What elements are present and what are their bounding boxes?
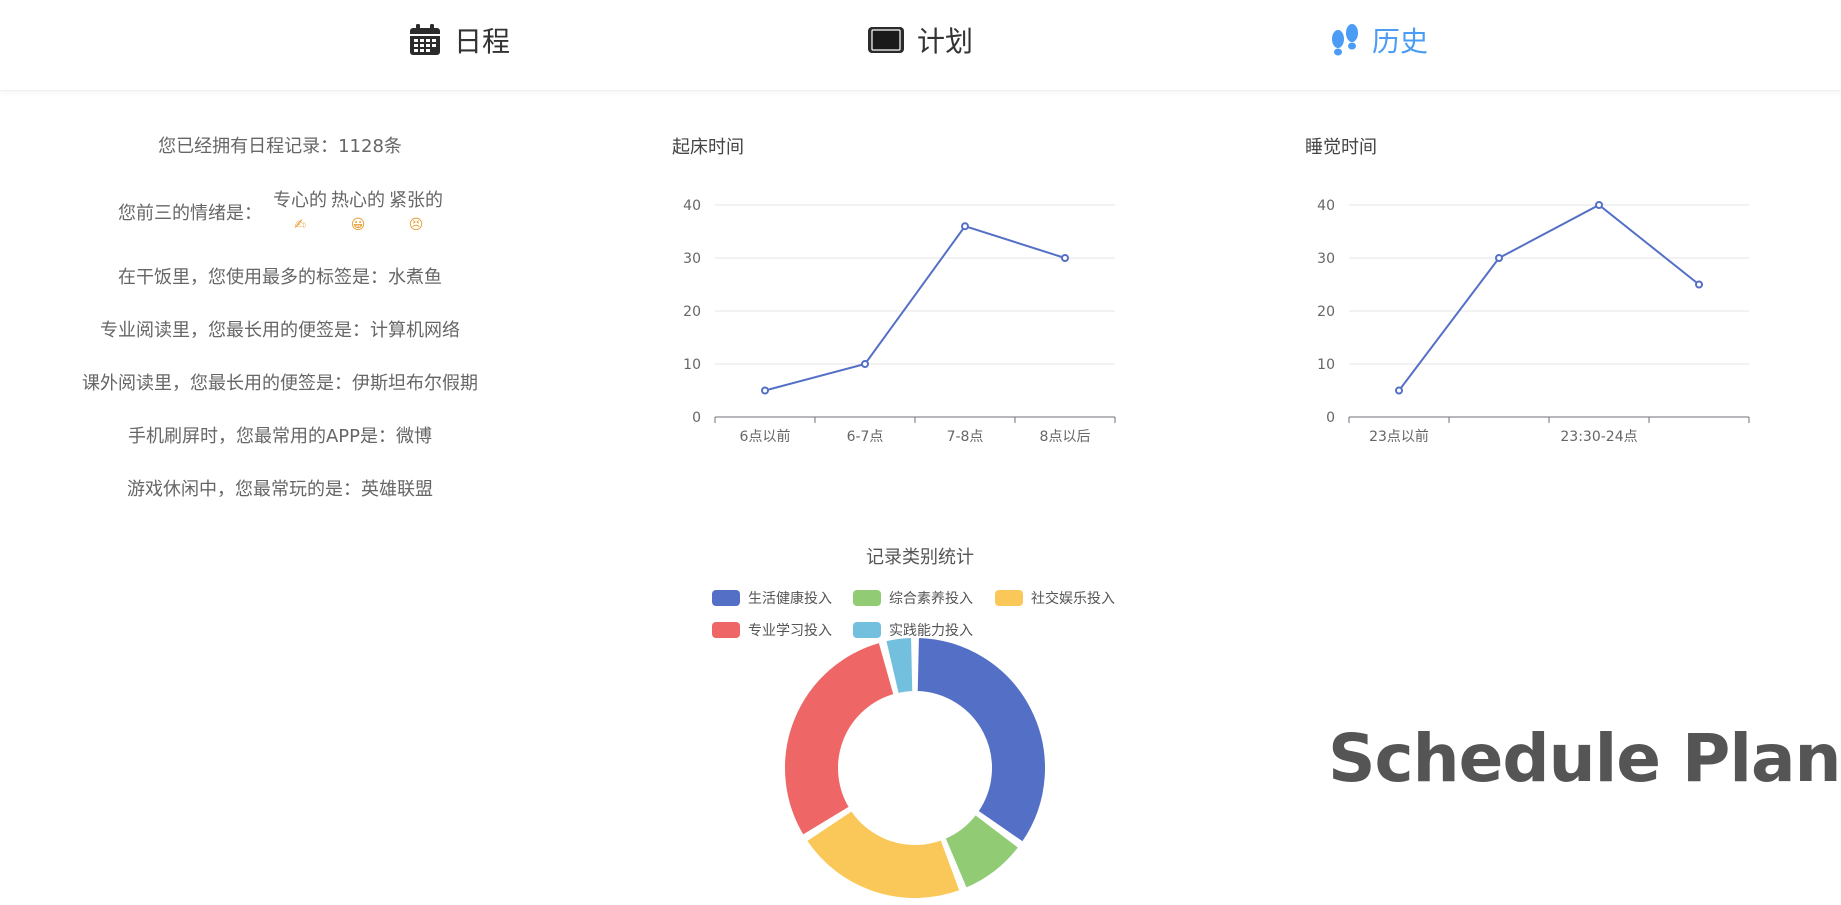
x-tick-label: 23点以前 (1369, 428, 1429, 445)
data-point (1695, 280, 1703, 289)
stats-panel: 您已经拥有日程记录：1128条 您前三的情绪是： 专心的 ✍ 热心的 😀 紧张的… (60, 120, 500, 516)
tab-plan[interactable]: 计划 (867, 0, 973, 80)
x-tick-label: 6-7点 (847, 429, 884, 445)
data-point (861, 360, 869, 368)
mood-word: 专心的 (273, 190, 327, 211)
data-point (1395, 386, 1403, 395)
writing-hand-icon: ✍ (294, 217, 306, 233)
brand-logo: Schedule Plan (1328, 720, 1841, 797)
legend-item[interactable]: 社交娱乐投入 (995, 588, 1115, 608)
mood-word: 紧张的 (389, 190, 443, 211)
category-chart-title: 记录类别统计 (866, 547, 974, 568)
x-tick-label: 8点以后 (1040, 429, 1091, 445)
pie-slice[interactable] (783, 640, 896, 837)
data-point (761, 386, 769, 395)
y-tick-label: 0 (1326, 410, 1335, 426)
series-line (1398, 203, 1700, 392)
calendar-icon (408, 23, 442, 57)
tab-history[interactable]: 历史 (1330, 0, 1428, 80)
category-donut-chart (783, 636, 1047, 900)
data-point (1595, 201, 1603, 209)
top-nav: 日程 计划 历史 (0, 0, 1841, 91)
y-tick-label: 40 (1317, 198, 1335, 214)
y-tick-label: 30 (683, 251, 701, 267)
tab-plan-label: 计划 (917, 25, 974, 58)
wake-chart-title: 起床时间 (672, 137, 744, 158)
y-tick-label: 0 (692, 410, 701, 426)
stat-phone-app: 手机刷屏时，您最常用的APP是：微博 (127, 426, 433, 447)
y-tick-label: 30 (1317, 251, 1335, 267)
y-tick-label: 20 (1317, 304, 1335, 320)
legend-swatch (712, 590, 740, 606)
y-tick-label: 10 (1317, 357, 1335, 373)
x-tick-label: 6点以前 (740, 428, 791, 445)
tablet-icon (867, 25, 905, 55)
wake-time-chart: 0 10 20 30 40 6点以前 6-7点 7-8点 8点以后 (683, 198, 1116, 445)
footprints-icon (1330, 23, 1360, 57)
stat-pro-reading: 专业阅读里，您最长用的便签是：计算机网络 (100, 320, 460, 341)
legend-swatch (853, 590, 881, 606)
data-point (961, 222, 969, 231)
data-point (1061, 254, 1069, 262)
sleep-chart-title: 睡觉时间 (1305, 137, 1377, 158)
tab-schedule-label: 日程 (454, 25, 511, 58)
mood-item: 紧张的 😣 (389, 188, 443, 236)
x-tick-label: 7-8点 (947, 429, 984, 445)
legend-label: 生活健康投入 (748, 591, 832, 607)
mood-word: 热心的 (331, 190, 385, 211)
tab-history-label: 历史 (1372, 25, 1429, 58)
y-tick-label: 10 (683, 357, 701, 373)
legend-label: 社交娱乐投入 (1031, 591, 1115, 607)
data-point (1495, 254, 1503, 262)
records-count: 您已经拥有日程记录：1128条 (158, 136, 402, 157)
legend-item[interactable]: 综合素养投入 (853, 588, 973, 608)
sleep-time-chart: 0 10 20 30 40 23点以前 23:30-24点 (1317, 198, 1750, 445)
mood-item: 专心的 ✍ (273, 188, 327, 236)
legend-label: 综合素养投入 (889, 591, 973, 607)
legend-item[interactable]: 生活健康投入 (712, 588, 832, 608)
legend-swatch (712, 622, 740, 638)
pie-slice[interactable] (805, 809, 962, 900)
x-tick-label: 23:30-24点 (1560, 429, 1637, 445)
nervous-face-icon: 😣 (408, 217, 424, 233)
stat-meal-tag: 在干饭里，您使用最多的标签是：水煮鱼 (118, 267, 442, 288)
series-line (764, 225, 1066, 392)
smile-face-icon: 😀 (350, 217, 366, 233)
legend-swatch (995, 590, 1023, 606)
mood-item: 热心的 😀 (331, 188, 385, 236)
y-tick-label: 20 (683, 304, 701, 320)
stat-game: 游戏休闲中，您最常玩的是：英雄联盟 (127, 479, 433, 500)
tab-schedule[interactable]: 日程 (408, 0, 510, 80)
y-tick-label: 40 (683, 198, 701, 214)
top-moods: 您前三的情绪是： 专心的 ✍ 热心的 😀 紧张的 😣 (60, 173, 500, 251)
mood-label: 您前三的情绪是： (118, 203, 262, 224)
pie-slice[interactable] (915, 636, 1047, 844)
stat-extra-reading: 课外阅读里，您最长用的便签是：伊斯坦布尔假期 (82, 373, 478, 394)
